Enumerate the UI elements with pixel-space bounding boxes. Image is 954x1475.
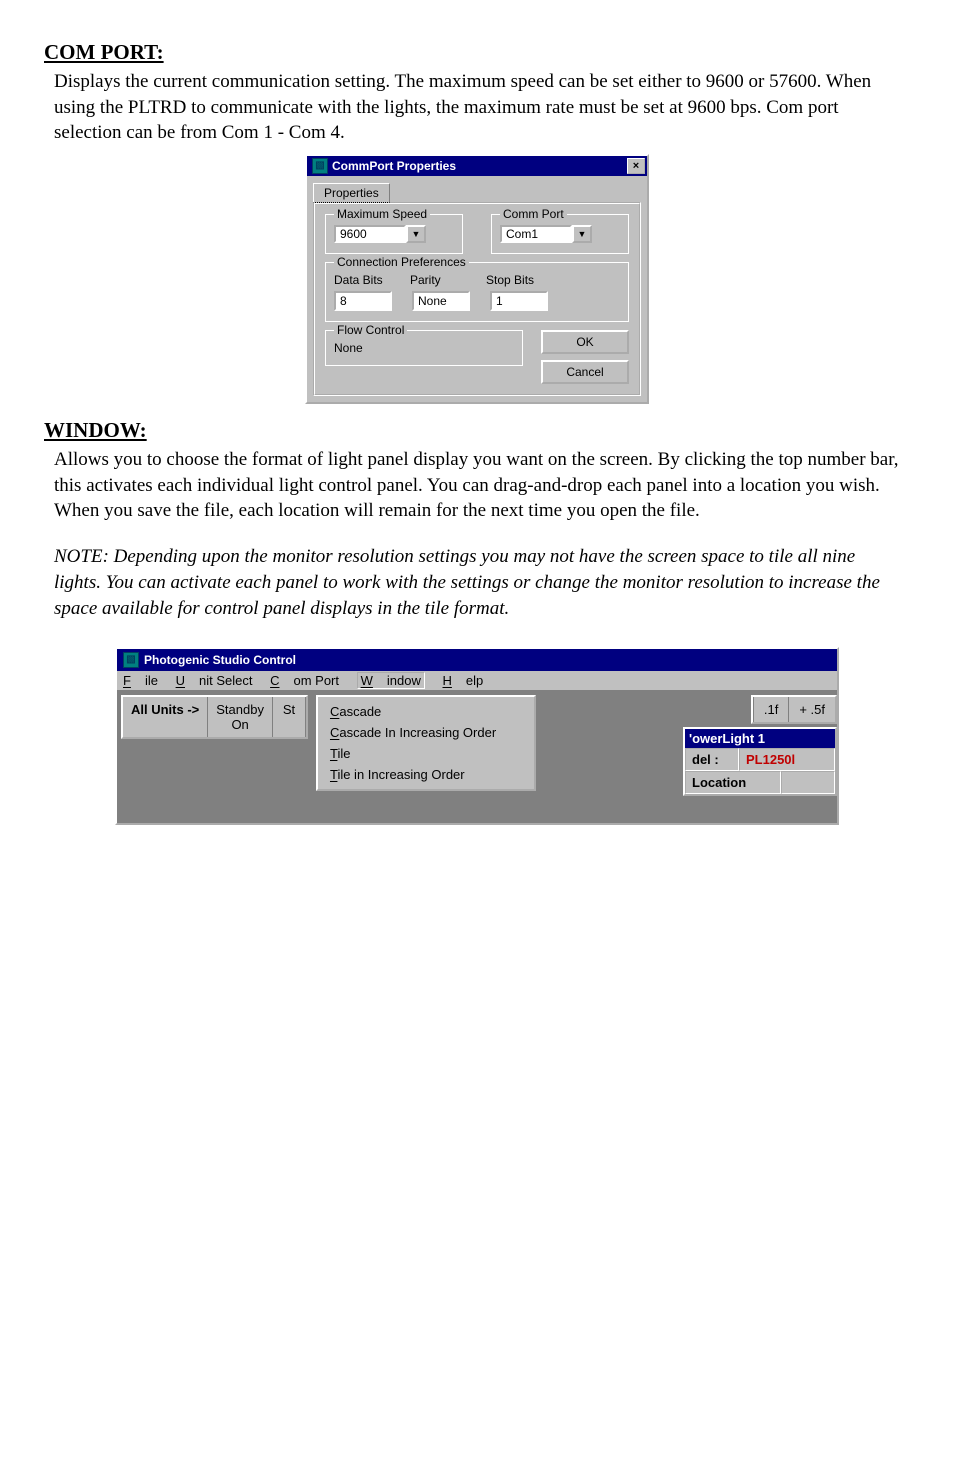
- menu-tile-inc[interactable]: Tile in Increasing Order: [318, 764, 534, 785]
- psc-titlebar[interactable]: ▧ Photogenic Studio Control: [117, 649, 837, 671]
- psc-title-text: Photogenic Studio Control: [144, 653, 296, 667]
- subwin-location-label: Location: [685, 771, 781, 794]
- commport-dialog: ▧ CommPort Properties × Properties Maxim…: [305, 154, 649, 404]
- subwin-del-value: PL1250l: [739, 748, 835, 771]
- powerlight-subwindow[interactable]: 'owerLight 1 del : PL1250l Location: [683, 727, 837, 796]
- label-stopbits: Stop Bits: [486, 273, 542, 287]
- comport-body: Displays the current communication setti…: [54, 69, 910, 146]
- menu-file[interactable]: File: [123, 673, 158, 688]
- maxspeed-value: 9600: [334, 225, 406, 243]
- group-maxspeed: Maximum Speed 9600 ▼: [325, 214, 463, 254]
- menu-tile[interactable]: Tile: [318, 743, 534, 764]
- window-heading: WINDOW:: [44, 418, 910, 443]
- top-right-buttons: .1f + .5f: [751, 695, 837, 724]
- commport-dialog-wrap: ▧ CommPort Properties × Properties Maxim…: [44, 154, 910, 404]
- group-flow: Flow Control None: [325, 330, 523, 366]
- chevron-down-icon[interactable]: ▼: [572, 225, 592, 243]
- label-parity: Parity: [410, 273, 466, 287]
- cancel-button[interactable]: Cancel: [541, 360, 629, 384]
- window-body: Allows you to choose the format of light…: [54, 447, 910, 524]
- menu-window[interactable]: Window: [357, 672, 425, 689]
- commport-select[interactable]: Com1 ▼: [500, 225, 620, 243]
- group-commport: Comm Port Com1 ▼: [491, 214, 629, 254]
- psc-window: ▧ Photogenic Studio Control File Unit Se…: [115, 647, 839, 825]
- group-flow-title: Flow Control: [334, 323, 407, 337]
- menu-unit-select[interactable]: Unit Select: [176, 673, 253, 688]
- app-icon: ▧: [123, 652, 139, 668]
- connpref-fields: 8 None 1: [334, 291, 620, 311]
- psc-wrap: ▧ Photogenic Studio Control File Unit Se…: [44, 647, 910, 825]
- dialog-title: CommPort Properties: [332, 159, 456, 173]
- menu-help[interactable]: Help: [443, 673, 484, 688]
- group-connpref: Connection Preferences Data Bits Parity …: [325, 262, 629, 322]
- comport-heading: COM PORT:: [44, 40, 910, 65]
- tabstrip: Properties: [307, 176, 647, 202]
- btn-minus[interactable]: .1f: [753, 697, 788, 722]
- menu-cascade[interactable]: Cascade: [318, 701, 534, 722]
- menu-cascade-inc[interactable]: Cascade In Increasing Order: [318, 722, 534, 743]
- chevron-down-icon[interactable]: ▼: [406, 225, 426, 243]
- btn-plus[interactable]: + .5f: [788, 697, 835, 722]
- dialog-panel: Maximum Speed 9600 ▼ Comm Port Com1 ▼ Co…: [313, 202, 641, 396]
- window-dropdown: Cascade Cascade In Increasing Order Tile…: [316, 695, 536, 791]
- maxspeed-select[interactable]: 9600 ▼: [334, 225, 454, 243]
- commport-value: Com1: [500, 225, 572, 243]
- window-note: NOTE: Depending upon the monitor resolut…: [54, 544, 900, 623]
- connpref-labels: Data Bits Parity Stop Bits: [334, 273, 620, 287]
- dialog-titlebar[interactable]: ▧ CommPort Properties ×: [307, 156, 647, 176]
- databits-field[interactable]: 8: [334, 291, 392, 311]
- tab-properties[interactable]: Properties: [313, 183, 390, 203]
- all-units-label: All Units ->: [123, 697, 208, 737]
- ok-button[interactable]: OK: [541, 330, 629, 354]
- menu-com-port[interactable]: Com Port: [270, 673, 339, 688]
- subwin-location-value: [781, 771, 835, 794]
- st-button[interactable]: St: [273, 697, 306, 737]
- label-databits: Data Bits: [334, 273, 390, 287]
- subwin-title[interactable]: 'owerLight 1: [685, 729, 835, 748]
- psc-body: All Units -> Standby On St Cascade Casca…: [117, 691, 837, 823]
- group-connpref-title: Connection Preferences: [334, 255, 469, 269]
- stopbits-field[interactable]: 1: [490, 291, 548, 311]
- standby-line2: On: [216, 717, 264, 732]
- psc-menubar: File Unit Select Com Port Window Help: [117, 671, 837, 691]
- standby-line1: Standby: [216, 702, 264, 717]
- standby-on-button[interactable]: Standby On: [208, 697, 273, 737]
- flow-value: None: [334, 341, 363, 355]
- group-commport-title: Comm Port: [500, 207, 567, 221]
- psc-toolbar: All Units -> Standby On St: [121, 695, 308, 739]
- app-icon: ▧: [312, 158, 328, 174]
- parity-field[interactable]: None: [412, 291, 470, 311]
- subwin-del-label: del :: [685, 748, 739, 771]
- group-maxspeed-title: Maximum Speed: [334, 207, 430, 221]
- close-icon[interactable]: ×: [627, 158, 645, 174]
